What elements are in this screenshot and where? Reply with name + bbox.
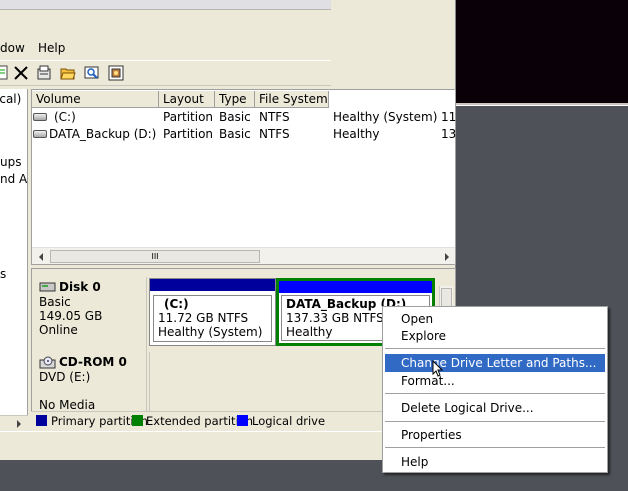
volume-fs: NTFS xyxy=(259,110,290,124)
properties-sheet-icon[interactable] xyxy=(36,65,52,81)
column-header-layout[interactable]: Layout xyxy=(159,91,215,108)
tree-item[interactable]: nd A xyxy=(0,172,27,186)
legend-label: Logical drive xyxy=(252,414,326,428)
tree-item[interactable]: s xyxy=(0,267,6,281)
legend-swatch-logical xyxy=(237,415,248,426)
volume-capacity: 11 xyxy=(441,110,457,124)
volume-type: Basic xyxy=(219,110,251,124)
context-menu: Open Explore Change Drive Letter and Pat… xyxy=(382,306,608,473)
legend-swatch-extended xyxy=(132,415,143,426)
disk-status: Online xyxy=(39,323,78,337)
partition-size: 11.72 GB NTFS xyxy=(158,311,249,325)
scroll-thumb[interactable]: III xyxy=(50,250,260,263)
search-icon[interactable] xyxy=(84,65,100,81)
primary-partition-bar xyxy=(150,279,275,291)
legend-swatch-primary xyxy=(36,415,47,426)
drive-icon xyxy=(33,130,47,138)
menu-item-change-drive-letter[interactable]: Change Drive Letter and Paths... xyxy=(385,354,605,372)
volume-type: Basic xyxy=(219,127,251,141)
disk-type: DVD (E:) xyxy=(39,370,91,384)
title-bar xyxy=(0,0,331,10)
volume-capacity: 13 xyxy=(441,127,457,141)
scroll-left-icon[interactable] xyxy=(36,252,46,262)
disk-0-label[interactable]: Disk 0 Basic 149.05 GB Online xyxy=(34,277,147,353)
refresh-icon[interactable] xyxy=(108,65,124,81)
partition-status: Healthy xyxy=(286,325,333,339)
disk-status: No Media xyxy=(39,398,96,412)
volume-name: DATA_Backup (D:) xyxy=(49,127,157,141)
menu-bar: dow Help xyxy=(0,39,331,59)
volume-list[interactable]: Volume Layout Type File System (C:) Part… xyxy=(31,89,456,265)
console-tree-pane[interactable]: ocal) ups nd A s xyxy=(0,89,28,427)
partition-name: (C:) xyxy=(164,297,189,311)
disk-type: Basic xyxy=(39,295,71,309)
menu-separator xyxy=(385,421,605,422)
menu-separator xyxy=(385,393,605,394)
partition-status: Healthy (System) xyxy=(158,325,263,339)
scroll-right-icon[interactable] xyxy=(442,252,452,262)
disk-size: 149.05 GB xyxy=(39,309,103,323)
drive-icon xyxy=(33,113,47,121)
menu-separator xyxy=(385,447,605,448)
menu-separator xyxy=(385,348,605,349)
column-header-type[interactable]: Type xyxy=(215,91,255,108)
partition-size: 137.33 GB NTFS xyxy=(286,311,384,325)
horizontal-scrollbar[interactable]: III xyxy=(32,247,455,264)
tree-scrollbar[interactable] xyxy=(0,415,28,431)
cdrom-0-label[interactable]: CD-ROM 0 DVD (E:) No Media xyxy=(34,352,147,412)
tree-item[interactable]: ocal) xyxy=(0,92,21,106)
open-folder-icon[interactable] xyxy=(60,65,76,81)
volume-layout: Partition xyxy=(163,110,214,124)
tree-item[interactable]: ups xyxy=(0,155,21,169)
disk-name: CD-ROM 0 xyxy=(59,355,127,369)
column-header-volume[interactable]: Volume xyxy=(32,91,159,108)
menu-item-delete-logical-drive[interactable]: Delete Logical Drive... xyxy=(385,399,605,417)
partition-c-box: (C:) 11.72 GB NTFS Healthy (System) xyxy=(153,295,272,342)
scroll-thumb-grip: III xyxy=(151,252,159,261)
volume-name: (C:) xyxy=(54,110,76,124)
volume-status: Healthy xyxy=(333,127,380,141)
menu-help[interactable]: Help xyxy=(38,41,65,55)
cdrom-icon xyxy=(39,356,56,369)
menu-item-help[interactable]: Help xyxy=(385,453,605,471)
logical-drive-bar xyxy=(279,281,432,293)
menu-item-properties[interactable]: Properties xyxy=(385,426,605,444)
disk-name: Disk 0 xyxy=(59,280,101,294)
volume-layout: Partition xyxy=(163,127,214,141)
menu-window[interactable]: dow xyxy=(0,41,25,55)
volume-status: Healthy (System) xyxy=(333,110,438,124)
mouse-cursor-icon xyxy=(432,360,444,377)
delete-icon[interactable] xyxy=(13,65,29,81)
scroll-right-icon[interactable] xyxy=(14,419,24,429)
toolbar xyxy=(0,60,331,86)
volume-fs: NTFS xyxy=(259,127,290,141)
menu-item-open[interactable]: Open xyxy=(385,310,605,328)
column-header-filesystem[interactable]: File System xyxy=(255,91,329,108)
menu-item-format[interactable]: Format... xyxy=(385,372,605,390)
menu-item-explore[interactable]: Explore xyxy=(385,327,605,345)
properties-icon[interactable] xyxy=(0,65,10,81)
partition-c[interactable]: (C:) 11.72 GB NTFS Healthy (System) xyxy=(149,278,276,346)
disk-icon xyxy=(39,282,56,292)
